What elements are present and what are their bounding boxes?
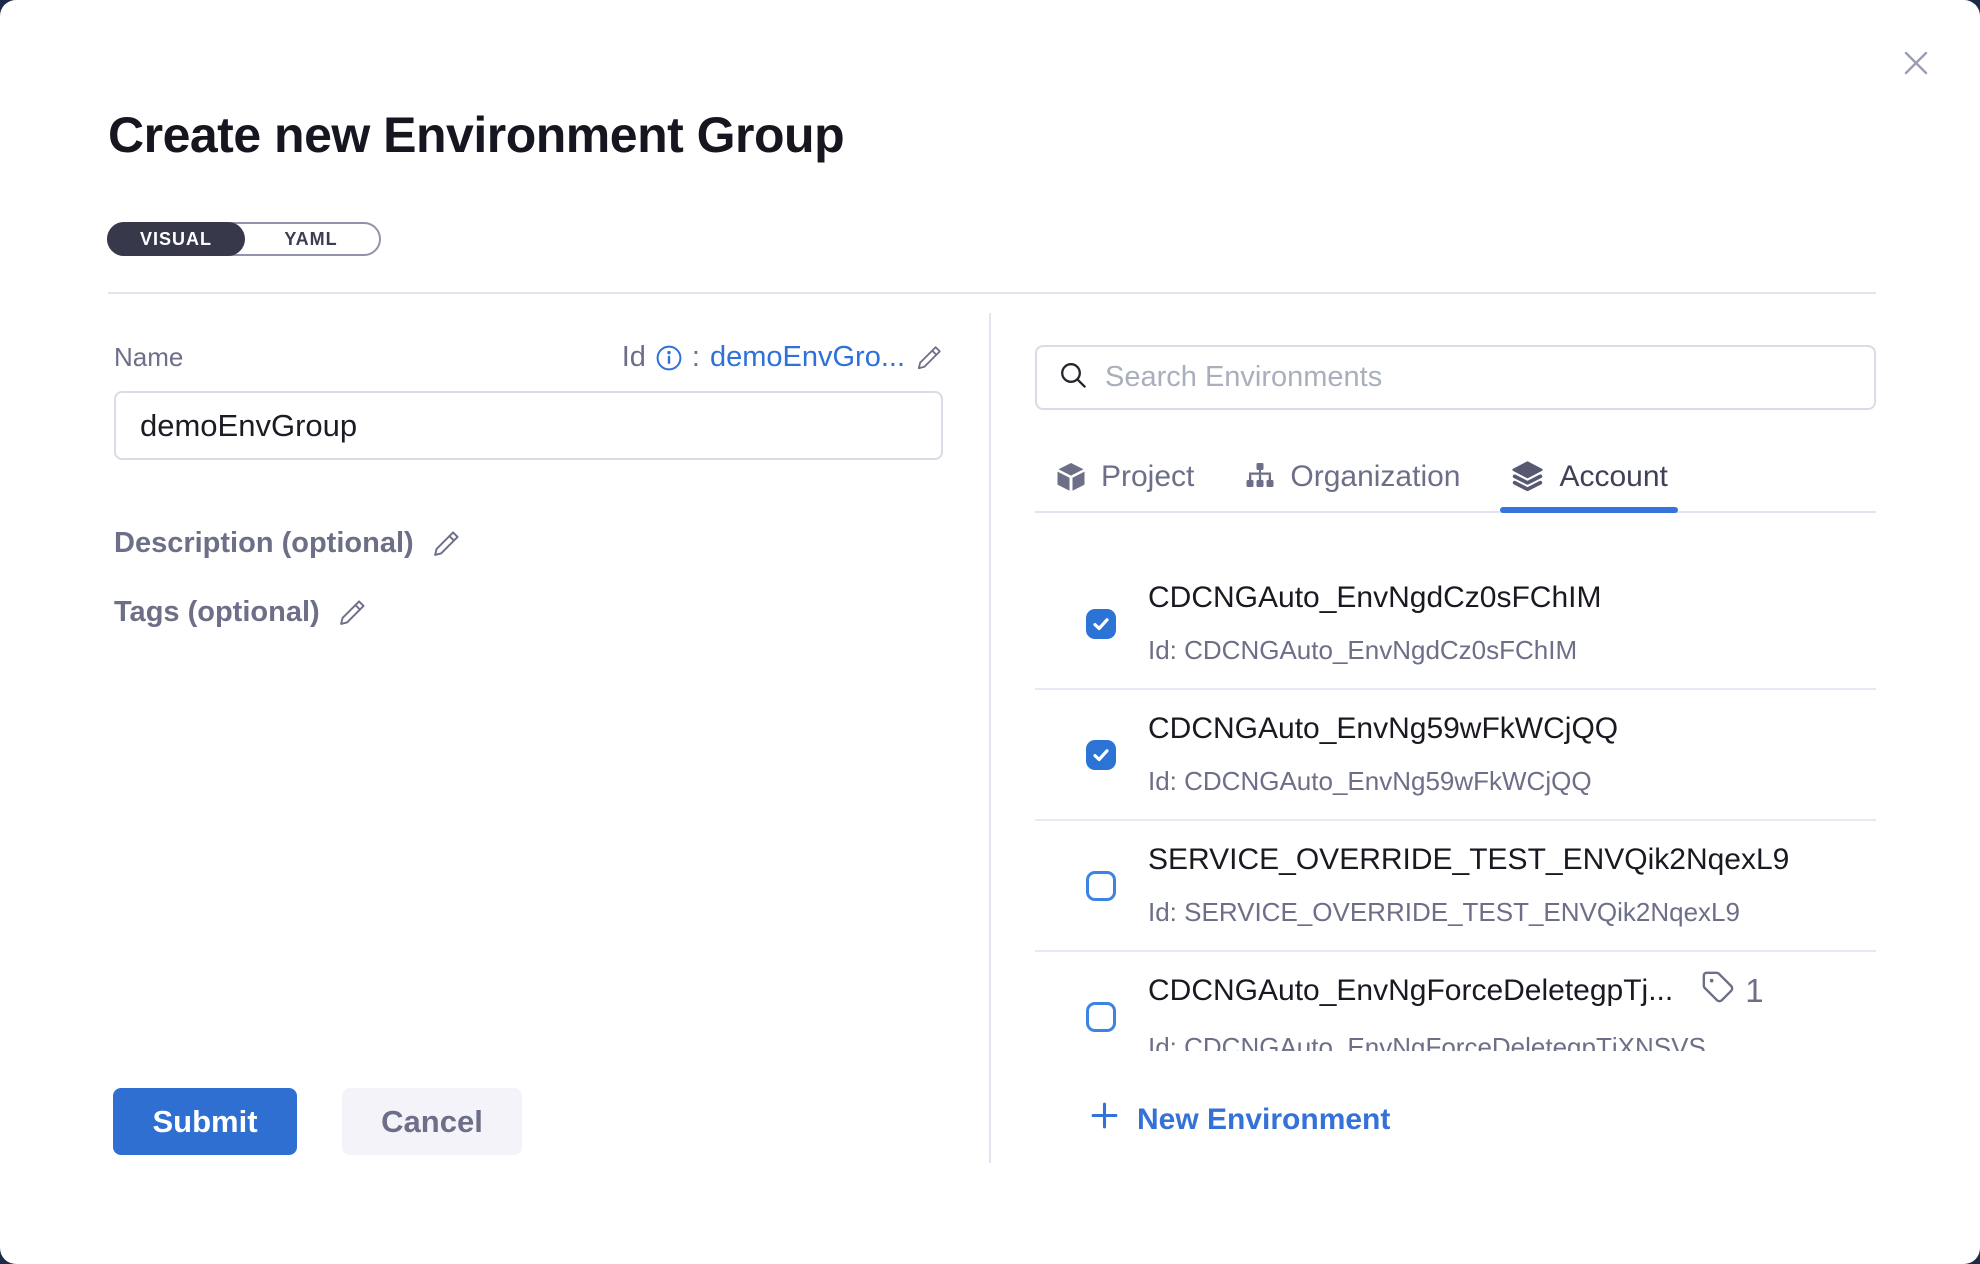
page-title: Create new Environment Group xyxy=(108,106,844,164)
environment-id: Id: SERVICE_OVERRIDE_TEST_ENVQik2NqexL9 xyxy=(1148,897,1789,928)
environment-checkbox-unchecked[interactable] xyxy=(1086,871,1116,901)
id-value-link[interactable]: demoEnvGro... xyxy=(710,341,905,374)
cancel-button[interactable]: Cancel xyxy=(342,1088,522,1155)
visual-yaml-toggle: VISUAL YAML xyxy=(107,222,381,256)
tab-organization[interactable]: Organization xyxy=(1244,442,1460,511)
new-environment-label: New Environment xyxy=(1137,1103,1390,1137)
description-row: Description (optional) xyxy=(114,527,461,560)
search-icon xyxy=(1059,361,1087,394)
submit-button[interactable]: Submit xyxy=(113,1088,297,1155)
environment-checkbox-unchecked[interactable] xyxy=(1086,1002,1116,1032)
environment-name: CDCNGAuto_EnvNgdCz0sFChIM xyxy=(1148,581,1601,615)
environment-name: SERVICE_OVERRIDE_TEST_ENVQik2NqexL9 xyxy=(1148,843,1789,877)
tab-label: Organization xyxy=(1290,460,1460,494)
id-group: Id : demoEnvGro... xyxy=(622,341,943,374)
tags-row: Tags (optional) xyxy=(114,596,367,629)
backdrop: { "modal": { "title": "Create new Enviro… xyxy=(0,0,1980,1264)
tags-count-badge: 1 xyxy=(1701,970,1763,1012)
toggle-option-yaml[interactable]: YAML xyxy=(243,224,379,254)
cube-icon xyxy=(1055,461,1087,493)
tag-count: 1 xyxy=(1745,972,1763,1010)
close-icon xyxy=(1896,71,1936,86)
tab-label: Project xyxy=(1101,460,1194,494)
environment-checkbox-checked[interactable] xyxy=(1086,740,1116,770)
environment-name: CDCNGAuto_EnvNgForceDeletegpTj... xyxy=(1148,974,1673,1008)
plus-icon xyxy=(1089,1100,1120,1139)
environment-list-item[interactable]: CDCNGAuto_EnvNgdCz0sFChIM Id: CDCNGAuto_E… xyxy=(1035,559,1876,690)
org-chart-icon xyxy=(1244,461,1276,493)
environment-text: CDCNGAuto_EnvNgForceDeletegpTj... 1 Id: CD… xyxy=(1148,970,1764,1051)
edit-description-pencil-icon[interactable] xyxy=(431,529,461,559)
info-icon[interactable] xyxy=(656,345,682,371)
environment-text: CDCNGAuto_EnvNg59wFkWCjQQ Id: CDCNGAuto_E… xyxy=(1148,712,1618,797)
edit-tags-pencil-icon[interactable] xyxy=(337,598,367,628)
environment-id: Id: CDCNGAuto_EnvNgdCz0sFChIM xyxy=(1148,635,1601,666)
environment-list-item[interactable]: SERVICE_OVERRIDE_TEST_ENVQik2NqexL9 Id: S… xyxy=(1035,821,1876,952)
environment-id: Id: CDCNGAuto_EnvNg59wFkWCjQQ xyxy=(1148,766,1618,797)
search-input[interactable] xyxy=(1103,360,1852,395)
environment-list: CDCNGAuto_EnvNgdCz0sFChIM Id: CDCNGAuto_E… xyxy=(1035,513,1876,1051)
name-input[interactable] xyxy=(114,391,943,460)
tags-label: Tags (optional) xyxy=(114,596,320,629)
tab-account[interactable]: Account xyxy=(1510,442,1667,511)
panel-divider xyxy=(989,313,991,1163)
environment-text: CDCNGAuto_EnvNgdCz0sFChIM Id: CDCNGAuto_E… xyxy=(1148,581,1601,666)
tag-icon xyxy=(1701,970,1735,1012)
environment-list-item[interactable]: CDCNGAuto_EnvNg59wFkWCjQQ Id: CDCNGAuto_E… xyxy=(1035,690,1876,821)
scope-tabs: Project Organization Account xyxy=(1035,442,1876,513)
tab-label: Account xyxy=(1559,460,1667,494)
description-label: Description (optional) xyxy=(114,527,414,560)
create-environment-group-dialog: Create new Environment Group VISUAL YAML… xyxy=(0,0,1980,1264)
id-label: Id xyxy=(622,341,646,374)
close-button[interactable] xyxy=(1896,43,1936,83)
name-row: Name Id : demoEnvGro... xyxy=(114,341,943,374)
environment-checkbox-checked[interactable] xyxy=(1086,609,1116,639)
environment-text: SERVICE_OVERRIDE_TEST_ENVQik2NqexL9 Id: S… xyxy=(1148,843,1789,928)
toggle-option-visual[interactable]: VISUAL xyxy=(107,222,245,256)
header-divider xyxy=(108,292,1876,294)
layers-icon xyxy=(1510,459,1545,494)
name-label: Name xyxy=(114,342,183,373)
environment-id: Id: CDCNGAuto_EnvNgForceDeletegpTjXNSVS xyxy=(1148,1032,1764,1051)
environment-list-item[interactable]: CDCNGAuto_EnvNgForceDeletegpTj... 1 Id: CD… xyxy=(1035,952,1876,1051)
tab-project[interactable]: Project xyxy=(1055,442,1194,511)
new-environment-button[interactable]: New Environment xyxy=(1089,1100,1390,1139)
search-box xyxy=(1035,345,1876,410)
environment-name: CDCNGAuto_EnvNg59wFkWCjQQ xyxy=(1148,712,1618,746)
edit-id-pencil-icon[interactable] xyxy=(915,344,943,372)
id-separator: : xyxy=(692,341,700,374)
